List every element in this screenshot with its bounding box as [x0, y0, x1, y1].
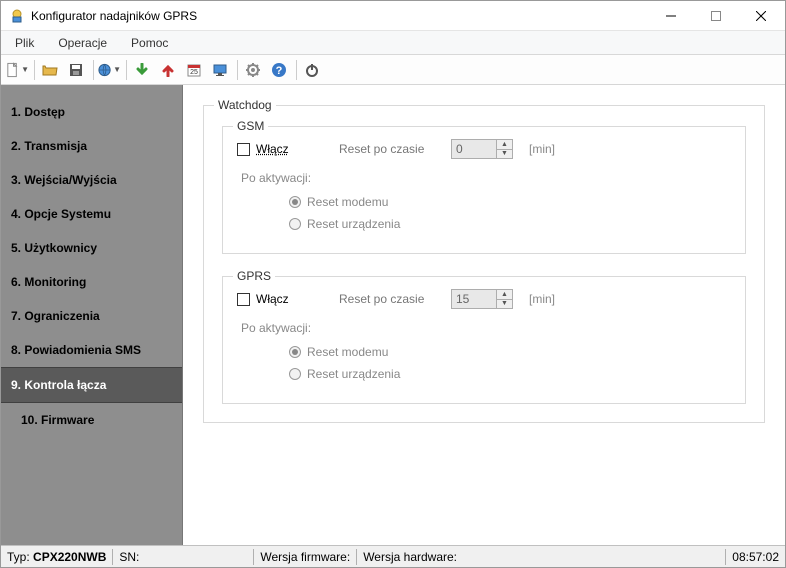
gprs-radio-device-label: Reset urządzenia — [307, 367, 400, 381]
separator — [237, 60, 238, 80]
separator — [93, 60, 94, 80]
open-file-button[interactable] — [38, 58, 62, 82]
status-typ-value: CPX220NWB — [33, 550, 106, 564]
status-fw: Wersja firmware: — [254, 546, 356, 567]
gprs-enable-label: Włącz — [256, 292, 289, 306]
status-fw-label: Wersja firmware: — [260, 550, 350, 564]
gprs-fieldset: GPRS Włącz Reset po czasie 15 ▲ — [222, 276, 746, 404]
toolbar: ▼ ▼ 25 ? — [1, 55, 785, 85]
chevron-down-icon[interactable]: ▼ — [497, 150, 512, 159]
gsm-radio-reset-device[interactable] — [289, 218, 301, 230]
sidebar: 1. Dostęp 2. Transmisja 3. Wejścia/Wyjśc… — [1, 85, 183, 545]
maximize-button[interactable] — [693, 2, 738, 30]
svg-text:?: ? — [276, 65, 283, 77]
settings-button[interactable] — [241, 58, 265, 82]
separator — [126, 60, 127, 80]
gsm-radio-reset-modem[interactable] — [289, 196, 301, 208]
gsm-fieldset: GSM Włącz Reset po czasie 0 ▲ — [222, 126, 746, 254]
titlebar: Konfigurator nadajników GPRS — [1, 1, 785, 31]
gsm-reset-spinner[interactable]: 0 ▲ ▼ — [451, 139, 513, 159]
gsm-reset-after-label: Reset po czasie — [339, 142, 439, 156]
chevron-down-icon: ▼ — [21, 65, 29, 74]
chevron-down-icon[interactable]: ▼ — [497, 300, 512, 309]
separator — [34, 60, 35, 80]
app-window: Konfigurator nadajników GPRS Plik Operac… — [0, 0, 786, 568]
gprs-radio-modem-label: Reset modemu — [307, 345, 388, 359]
gsm-enable-label: Włącz — [256, 142, 289, 156]
gprs-legend: GPRS — [233, 269, 275, 283]
gsm-radio-modem-label: Reset modemu — [307, 195, 388, 209]
gsm-legend: GSM — [233, 119, 268, 133]
gsm-reset-value: 0 — [452, 142, 496, 156]
gprs-reset-spinner[interactable]: 15 ▲ ▼ — [451, 289, 513, 309]
sidebar-item-firmware[interactable]: 10. Firmware — [1, 403, 182, 437]
close-button[interactable] — [738, 2, 783, 30]
body: 1. Dostęp 2. Transmisja 3. Wejścia/Wyjśc… — [1, 85, 785, 545]
new-file-button[interactable]: ▼ — [5, 58, 29, 82]
sidebar-item-ograniczenia[interactable]: 7. Ograniczenia — [1, 299, 182, 333]
gprs-after-activation-label: Po aktywacji: — [241, 321, 731, 335]
gprs-unit: [min] — [529, 292, 555, 306]
sidebar-item-opcje-systemu[interactable]: 4. Opcje Systemu — [1, 197, 182, 231]
gsm-radio-device-label: Reset urządzenia — [307, 217, 400, 231]
menu-pomoc[interactable]: Pomoc — [119, 31, 180, 54]
sidebar-item-wejscia-wyjscia[interactable]: 3. Wejścia/Wyjścia — [1, 163, 182, 197]
help-button[interactable]: ? — [267, 58, 291, 82]
menu-operacje[interactable]: Operacje — [46, 31, 119, 54]
sidebar-item-monitoring[interactable]: 6. Monitoring — [1, 265, 182, 299]
gsm-unit: [min] — [529, 142, 555, 156]
globe-button[interactable]: ▼ — [97, 58, 121, 82]
gsm-enable-checkbox[interactable] — [237, 143, 250, 156]
chevron-up-icon[interactable]: ▲ — [497, 140, 512, 150]
status-time: 08:57:02 — [726, 546, 785, 567]
status-typ: Typ: CPX220NWB — [1, 546, 112, 567]
gprs-enable-checkbox[interactable] — [237, 293, 250, 306]
sidebar-item-dostep[interactable]: 1. Dostęp — [1, 95, 182, 129]
download-button[interactable] — [130, 58, 154, 82]
app-icon — [9, 8, 25, 24]
chevron-down-icon: ▼ — [113, 65, 121, 74]
sidebar-item-kontrola-lacza[interactable]: 9. Kontrola łącza — [1, 367, 182, 403]
save-button[interactable] — [64, 58, 88, 82]
sidebar-item-powiadomienia-sms[interactable]: 8. Powiadomienia SMS — [1, 333, 182, 367]
menubar: Plik Operacje Pomoc — [1, 31, 785, 55]
status-hw: Wersja hardware: — [357, 546, 463, 567]
window-title: Konfigurator nadajników GPRS — [31, 9, 648, 23]
sidebar-item-transmisja[interactable]: 2. Transmisja — [1, 129, 182, 163]
status-hw-label: Wersja hardware: — [363, 550, 457, 564]
menu-plik[interactable]: Plik — [3, 31, 46, 54]
status-sn-label: SN: — [119, 550, 139, 564]
gprs-radio-reset-modem[interactable] — [289, 346, 301, 358]
gprs-reset-value: 15 — [452, 292, 496, 306]
statusbar: Typ: CPX220NWB SN: Wersja firmware: Wers… — [1, 545, 785, 567]
chevron-up-icon[interactable]: ▲ — [497, 290, 512, 300]
svg-text:25: 25 — [190, 69, 198, 76]
minimize-button[interactable] — [648, 2, 693, 30]
power-button[interactable] — [300, 58, 324, 82]
gprs-radio-reset-device[interactable] — [289, 368, 301, 380]
sidebar-item-uzytkownicy[interactable]: 5. Użytkownicy — [1, 231, 182, 265]
content-panel: Watchdog GSM Włącz Reset po czasie — [183, 85, 785, 545]
gprs-reset-after-label: Reset po czasie — [339, 292, 439, 306]
watchdog-legend: Watchdog — [214, 98, 276, 112]
separator — [296, 60, 297, 80]
watchdog-fieldset: Watchdog GSM Włącz Reset po czasie — [203, 105, 765, 423]
status-typ-label: Typ: — [7, 550, 30, 564]
status-sn: SN: — [113, 546, 253, 567]
window-controls — [648, 2, 783, 30]
calendar-button[interactable]: 25 — [182, 58, 206, 82]
monitor-button[interactable] — [208, 58, 232, 82]
gsm-after-activation-label: Po aktywacji: — [241, 171, 731, 185]
upload-button[interactable] — [156, 58, 180, 82]
